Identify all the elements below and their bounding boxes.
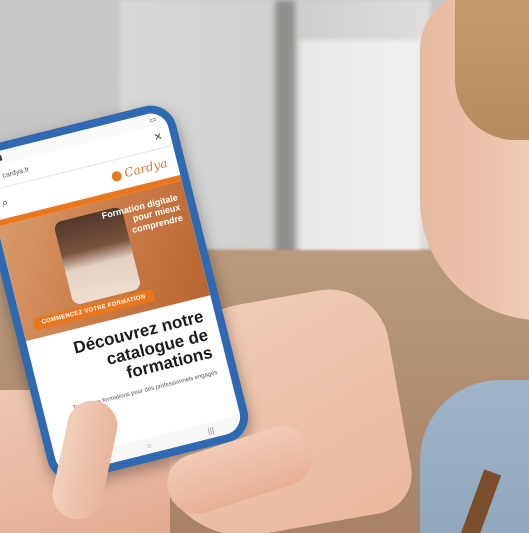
nav-home-button[interactable]: ○ [146, 441, 153, 451]
smartphone: ▮▮▮ ▭ ‹ cardya.fr ✕ ⌕ Cardya Formation d… [0, 100, 254, 486]
phone-layer: ▮▮▮ ▭ ‹ cardya.fr ✕ ⌕ Cardya Formation d… [0, 0, 529, 533]
search-icon[interactable]: ⌕ [0, 196, 9, 210]
phone-screen: ▮▮▮ ▭ ‹ cardya.fr ✕ ⌕ Cardya Formation d… [0, 109, 244, 477]
logo-mark-icon [110, 169, 123, 182]
logo-text: Cardya [122, 155, 169, 181]
hero-title: Formation digitale pour mieux comprendre [100, 192, 184, 235]
nav-recents-button[interactable]: ||| [207, 425, 215, 435]
signal-icon: ▮▮▮ [0, 154, 4, 165]
battery-icon: ▭ [148, 116, 158, 125]
close-icon[interactable]: ✕ [153, 131, 164, 144]
